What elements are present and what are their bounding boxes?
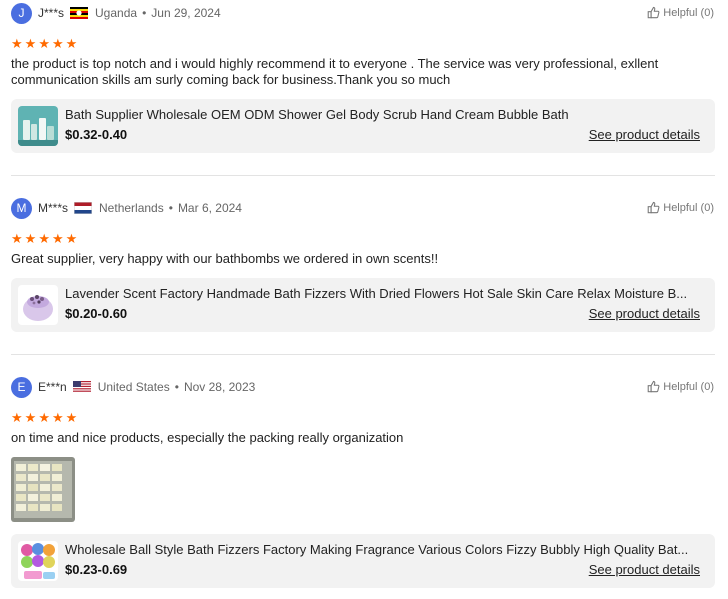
product-thumbnail[interactable] bbox=[18, 541, 58, 581]
review-date: Mar 6, 2024 bbox=[177, 201, 242, 215]
star-icon: ★ bbox=[24, 37, 37, 52]
rating-stars: ★ ★ ★ ★ ★ bbox=[11, 38, 77, 51]
reviewer-name: M***s bbox=[38, 201, 69, 215]
review-divider bbox=[11, 354, 715, 355]
reviewer-name: J***s bbox=[38, 6, 65, 20]
reviewer-country: Uganda bbox=[95, 6, 138, 20]
star-icon: ★ bbox=[38, 37, 50, 52]
star-icon: ★ bbox=[24, 232, 37, 247]
meta-separator: • bbox=[174, 380, 179, 394]
reviewer-avatar: J bbox=[11, 3, 32, 24]
product-card[interactable]: Lavender Scent Factory Handmade Bath Fiz… bbox=[11, 278, 715, 332]
thumbs-up-icon bbox=[647, 6, 660, 19]
meta-separator: • bbox=[168, 201, 173, 215]
helpful-button[interactable]: Helpful (0) bbox=[647, 380, 714, 393]
product-thumbnail[interactable] bbox=[18, 106, 58, 146]
helpful-label: Helpful (0) bbox=[663, 380, 714, 393]
review-text: Great supplier, very happy with our bath… bbox=[11, 251, 439, 266]
reviewer-avatar: M bbox=[11, 198, 32, 219]
see-product-details-link[interactable]: See product details bbox=[589, 562, 700, 577]
helpful-button[interactable]: Helpful (0) bbox=[647, 6, 714, 19]
product-thumbnail[interactable] bbox=[18, 285, 58, 325]
star-icon: ★ bbox=[38, 411, 50, 426]
product-price: $0.23-0.69 bbox=[65, 562, 128, 577]
star-icon: ★ bbox=[65, 411, 78, 426]
star-icon: ★ bbox=[11, 37, 23, 52]
helpful-button[interactable]: Helpful (0) bbox=[647, 201, 714, 214]
review-date: Jun 29, 2024 bbox=[151, 6, 221, 20]
see-product-details-link[interactable]: See product details bbox=[589, 306, 700, 321]
rating-stars: ★ ★ ★ ★ ★ bbox=[11, 412, 77, 425]
uganda-flag-icon bbox=[70, 7, 89, 19]
see-product-details-link[interactable]: See product details bbox=[589, 127, 700, 142]
helpful-label: Helpful (0) bbox=[663, 201, 714, 214]
review-meta: E***n United States • Nov 28, 2023 bbox=[38, 379, 255, 395]
usa-flag-icon bbox=[72, 381, 91, 393]
product-title[interactable]: Wholesale Ball Style Bath Fizzers Factor… bbox=[65, 542, 699, 557]
review-date: Nov 28, 2023 bbox=[183, 380, 256, 394]
reviewer-avatar: E bbox=[11, 377, 32, 398]
review-text: on time and nice products, especially th… bbox=[11, 430, 404, 445]
star-icon: ★ bbox=[65, 232, 78, 247]
product-title[interactable]: Lavender Scent Factory Handmade Bath Fiz… bbox=[65, 286, 699, 301]
netherlands-flag-icon bbox=[74, 202, 93, 214]
reviewer-name: E***n bbox=[38, 380, 67, 394]
product-price: $0.20-0.60 bbox=[65, 306, 128, 321]
product-card[interactable]: Bath Supplier Wholesale OEM ODM Shower G… bbox=[11, 99, 715, 153]
review-meta: J***s Uganda • Jun 29, 2024 bbox=[38, 5, 221, 21]
star-icon: ★ bbox=[51, 232, 64, 247]
reviewer-country: United States bbox=[97, 380, 170, 394]
review-meta: M***s Netherlands • Mar 6, 2024 bbox=[38, 200, 242, 216]
review-photo[interactable] bbox=[11, 457, 75, 522]
review-text: the product is top notch and i would hig… bbox=[11, 56, 659, 87]
star-icon: ★ bbox=[24, 411, 37, 426]
star-icon: ★ bbox=[11, 232, 23, 247]
star-icon: ★ bbox=[38, 232, 50, 247]
reviewer-country: Netherlands bbox=[99, 201, 164, 215]
meta-separator: • bbox=[142, 6, 147, 20]
review-divider bbox=[11, 175, 715, 176]
product-card[interactable]: Wholesale Ball Style Bath Fizzers Factor… bbox=[11, 534, 715, 588]
star-icon: ★ bbox=[11, 411, 23, 426]
thumbs-up-icon bbox=[647, 201, 660, 214]
product-price: $0.32-0.40 bbox=[65, 127, 128, 142]
star-icon: ★ bbox=[51, 37, 64, 52]
helpful-label: Helpful (0) bbox=[663, 6, 714, 19]
star-icon: ★ bbox=[51, 411, 64, 426]
rating-stars: ★ ★ ★ ★ ★ bbox=[11, 233, 77, 246]
star-icon: ★ bbox=[65, 37, 78, 52]
product-title[interactable]: Bath Supplier Wholesale OEM ODM Shower G… bbox=[65, 107, 699, 122]
thumbs-up-icon bbox=[647, 380, 660, 393]
